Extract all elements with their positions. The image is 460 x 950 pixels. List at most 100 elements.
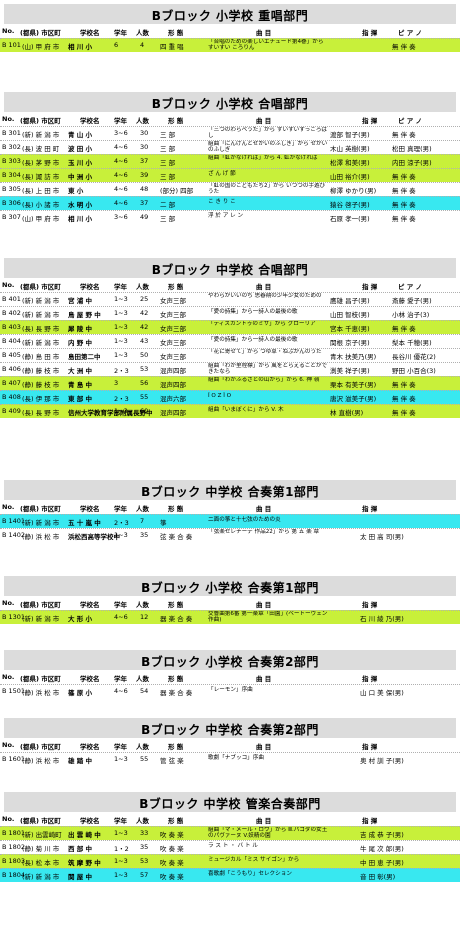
entry-people: 57 [140,871,149,879]
entry-school: 波 田 小 [68,145,93,153]
entry-piano: 無 伴 奏 [392,201,416,209]
entry-school: 宮 浦 中 [68,297,93,305]
program-section: Bブロック 中学校 管楽合奏部門 No. (都県) 市区町 学校名 学年 人数 形 態 曲 目… [0,792,460,882]
section-header: Bブロック 中学校 合唱部門 [4,258,456,278]
entry-pref: (長) 小 諸 市 [22,201,60,209]
entry-school: 西 部 中 [68,845,93,853]
section-title: Bブロック 小学校 合奏第2部門 [141,655,319,669]
col-cond: 指 揮 [362,29,378,37]
entry-grade: 1~3 [114,309,128,317]
col-school: 学校名 [80,283,100,291]
entry-list: B 301 (新) 新 潟 市青 山 小 3~6 30 三 部 「三つのわらべうた」から … [0,126,460,224]
section-header: Bブロック 小学校 合奏第1部門 [4,576,456,596]
entry-cond: 青木 扶美乃(男) [330,353,377,361]
section-header: Bブロック 中学校 合奏第2部門 [4,718,456,738]
entry-grade: 6 [114,41,119,49]
col-form: 形 態 [168,675,184,683]
entry-song: 「愛の詩集」から一詩人の最後の歌 [208,309,298,315]
entry-row: B 305 (長) 上 田 市東 小 4~6 48 (部分) 四部 「虹の国のこどもたち2… [0,182,460,196]
entry-people: 12 [140,613,149,621]
entry-school: 島田第二中 [68,353,101,361]
entry-row: B 1501 (静) 浜 松 市篠 原 小 4~6 54 器 楽 合 奏「レーモン」序曲… [0,684,460,698]
entry-people: 37 [140,157,149,165]
section-title: Bブロック 中学校 合奏第1部門 [141,485,319,499]
col-form: 形 態 [168,117,184,125]
entry-piano: 無 伴 奏 [392,215,416,223]
entry-row: B 404 (新) 新 潟 市内 野 中 1~3 43 女声三部 「愛の詩集」から一詩人の… [0,334,460,348]
entry-row: B 302 (長) 波 田 町波 田 小 4~6 30 三 部 組曲「にんげんとせかいのふ… [0,140,460,154]
entry-school: 五 十 嵐 中 [68,519,101,527]
section-title: Bブロック 中学校 管楽合奏部門 [139,797,321,811]
entry-no: B 307 [2,213,21,221]
entry-people: 43 [140,337,149,345]
entry-piano: 無 伴 奏 [392,395,416,403]
entry-school: 青 山 小 [68,131,93,139]
entry-row: B 303 (長) 茅 野 市玉 川 小 4~6 37 三 部 組曲「虹がなければ」から … [0,154,460,168]
entry-school: 東 部 中 [68,395,93,403]
entry-row: B 408 (長) 伊 那 市東 部 中 2・3 55 混声六部 Ĭ Ο Z Ĭ Ο 唐沢 … [0,390,460,404]
entry-pref: (長) 長 野 市 [22,325,60,333]
col-people: 人数 [136,117,149,125]
entry-piano: 無 伴 奏 [392,325,416,333]
section-title: Bブロック 小学校 合唱部門 [151,97,309,111]
entry-grade: 1~3 [114,407,128,415]
entry-form: 吹 奏 楽 [160,845,184,853]
entry-school: 青 島 中 [68,381,93,389]
entry-people: 39 [140,171,149,179]
entry-row: B 1601 (静) 浜 松 市雄 踏 中 1~3 55 管 弦 楽歌劇「ナブッコ」序曲… [0,752,460,766]
entry-grade: 3 [114,379,119,387]
entry-pref: (静) 浜 松 市 [22,533,60,541]
entry-pref: (新) 出雲崎町 [22,831,62,839]
col-school: 学校名 [80,743,100,751]
entry-song: 「愛の詩集」から一詩人の最後の歌 [208,337,298,343]
entry-cond: 石原 孝一(男) [330,215,370,223]
col-people: 人数 [136,283,149,291]
entry-song: 「花に寄せて」から つゆ草・ねぶかんのうた [208,349,322,355]
entry-pref: (新) 新 潟 市 [22,615,60,623]
entry-pref: (新) 新 潟 市 [22,311,60,319]
entry-cond: 宮本 千恵(男) [330,325,370,333]
entry-piano: 内田 涼子(男) [392,159,432,167]
entry-grade: 1~3 [114,829,128,837]
entry-pref: (山) 甲 府 市 [22,43,60,51]
entry-form: 三 部 [160,215,176,223]
entry-people: 30 [140,143,149,151]
col-grade: 学年 [114,601,127,609]
entry-no: B 402 [2,309,21,317]
col-grade: 学年 [114,29,127,37]
entry-pref: (静) 藤 枝 市 [22,381,60,389]
entry-pref: (山) 甲 府 市 [22,215,60,223]
entry-list: B 101 (山) 甲 府 市相 川 小 6 4 四 重 唱 「合唱のための楽しいエチュー… [0,38,460,52]
col-no: No. [2,673,15,681]
entry-row: B 405 (静) 島 田 市島田第二中 1~3 50 女声三部 「花に寄せて」から つゆ… [0,348,460,362]
entry-no: B 409 [2,407,21,415]
entry-piano: 斎藤 愛子(男) [392,297,432,305]
entry-people: 4 [140,41,145,49]
entry-form: 弦 楽 合 奏 [160,533,193,541]
col-people: 人数 [136,29,149,37]
entry-grade: 1~3 [114,531,128,539]
entry-grade: 4~6 [114,157,128,165]
entry-school: 相 川 小 [68,43,93,51]
col-school: 学校名 [80,29,100,37]
entry-piano: 無 伴 奏 [392,131,416,139]
entry-school: 相 川 小 [68,215,93,223]
entry-row: B 409 (長) 長 野 市信州大学教育学部附属長野中 1~3 60 混声四部 組曲「い… [0,404,460,418]
entry-cond: 松澤 和美(男) [330,159,370,167]
col-pref: (都県) 市区町 [20,817,61,825]
entry-people: 42 [140,309,149,317]
entry-song: 「虹の国のこどもたち2」から いつつの手遊びうた [208,183,326,196]
col-grade: 学年 [114,117,127,125]
col-pref: (都県) 市区町 [20,283,61,291]
entry-row: B 1803 (長) 松 本 市筑 摩 野 中 1~3 53 吹 奏 楽ミュージカル「ミ… [0,854,460,868]
entry-row: B 402 (新) 新 潟 市鳥 屋 野 中 1~3 42 女声三部 「愛の詩集」から一詩… [0,306,460,320]
entry-no: B 406 [2,365,21,373]
entry-pref: (長) 松 本 市 [22,859,60,867]
entry-no: B 401 [2,295,21,303]
col-people: 人数 [136,601,149,609]
col-no: No. [2,741,15,749]
entry-pref: (新) 新 潟 市 [22,873,60,881]
entry-pref: (長) 茅 野 市 [22,159,60,167]
entry-school: 東 小 [68,187,84,195]
entry-no: B 303 [2,157,21,165]
